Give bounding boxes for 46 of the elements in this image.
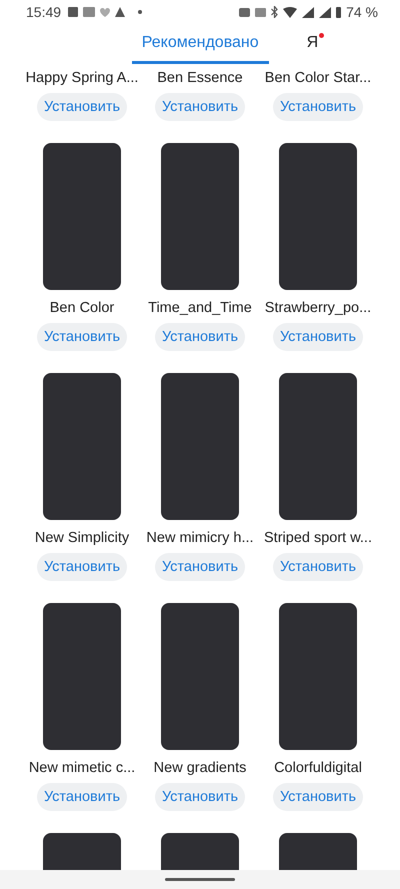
install-button[interactable]: Установить xyxy=(37,93,127,121)
signal-icon xyxy=(319,6,332,18)
tab[interactable]: Рекомендовано xyxy=(132,24,269,64)
watch-face-title: Ben Essence xyxy=(157,69,243,88)
watch-face-preview[interactable] xyxy=(161,143,239,290)
bluetooth-icon xyxy=(271,6,278,18)
watch-face-preview[interactable] xyxy=(43,603,121,750)
install-button[interactable]: Установить xyxy=(155,93,245,121)
install-button[interactable]: Установить xyxy=(37,323,127,351)
install-button[interactable]: Установить xyxy=(37,783,127,811)
watch-face-preview[interactable] xyxy=(279,603,357,750)
tab[interactable]: Я xyxy=(296,24,328,64)
install-button[interactable]: Установить xyxy=(155,553,245,581)
watch-face-preview[interactable] xyxy=(43,373,121,520)
battery-percent: 74 % xyxy=(346,4,378,20)
install-button[interactable]: Установить xyxy=(273,783,363,811)
watch-face-title: Colorfuldigital xyxy=(274,759,362,778)
watch-face-title: Happy Spring A... xyxy=(26,69,138,88)
signal-icon xyxy=(302,6,314,18)
watch-face-title: Ben Color xyxy=(50,299,114,318)
install-button[interactable]: Установить xyxy=(37,553,127,581)
watch-face-preview[interactable] xyxy=(279,373,357,520)
wifi-icon xyxy=(283,6,298,18)
install-button[interactable]: Установить xyxy=(273,93,363,121)
battery-icon xyxy=(336,6,342,18)
install-button[interactable]: Установить xyxy=(155,783,245,811)
home-handle[interactable] xyxy=(165,878,235,881)
watch-face-preview[interactable] xyxy=(161,603,239,750)
heart-icon xyxy=(100,8,110,16)
watch-face-preview[interactable] xyxy=(279,143,357,290)
watch-face-title: Striped sport w... xyxy=(264,529,372,548)
watch-face-title: New Simplicity xyxy=(34,529,130,548)
triangle-icon xyxy=(115,7,126,17)
watch-face-title: Ben Color Star... xyxy=(264,69,372,88)
install-button[interactable]: Установить xyxy=(273,553,363,581)
install-button[interactable]: Установить xyxy=(273,323,363,351)
watch-face-preview[interactable] xyxy=(161,373,239,520)
watch-face-title: New gradients xyxy=(154,759,246,778)
status-time: 15:49 xyxy=(26,4,62,20)
watch-face-title: New mimicry h... xyxy=(146,529,254,548)
watch-face-title: New mimetic c... xyxy=(28,759,136,778)
watch-face-title: Time_and_Time xyxy=(148,299,252,318)
notification-dot-icon xyxy=(138,10,142,14)
watch-face-preview[interactable] xyxy=(43,143,121,290)
watch-face-title: Strawberry_po... xyxy=(264,299,372,318)
install-button[interactable]: Установить xyxy=(155,323,245,351)
